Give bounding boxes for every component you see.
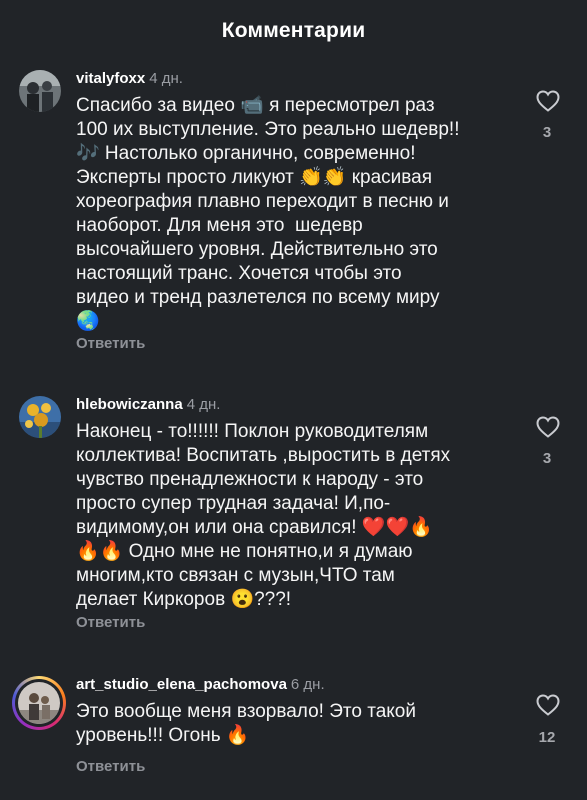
comment-text: Это вообще меня взорвало! Это такой уров…: [76, 701, 416, 746]
like-count: 12: [538, 729, 556, 746]
timestamp: 6 дн.: [290, 676, 325, 693]
heart-outline-icon[interactable]: [536, 90, 560, 112]
reply-button[interactable]: Ответить: [76, 758, 145, 775]
username[interactable]: hlebowiczanna: [76, 396, 183, 413]
like-count: 3: [542, 450, 552, 467]
username[interactable]: vitalyfoxx: [76, 70, 145, 87]
reply-button[interactable]: Ответить: [76, 614, 145, 631]
comment-meta: hlebowiczanna 4 дн.: [76, 396, 220, 414]
comment-meta: art_studio_elena_pachomova 6 дн.: [76, 676, 325, 694]
comment-text: Наконец - то!!!!!! Поклон руководителям …: [76, 421, 451, 610]
heart-outline-icon[interactable]: [536, 416, 560, 438]
comments-header: Комментарии: [0, 0, 587, 62]
heart-outline-icon[interactable]: [536, 694, 560, 716]
comment-text: Спасибо за видео 📹 я пересмотрел раз 100…: [76, 95, 460, 332]
timestamp: 4 дн.: [149, 70, 183, 87]
reply-button[interactable]: Ответить: [76, 335, 145, 352]
timestamp: 4 дн.: [186, 396, 221, 413]
avatar[interactable]: [19, 70, 61, 112]
avatar[interactable]: [19, 396, 61, 438]
avatar-story-ring[interactable]: [12, 676, 66, 730]
page-title: Комментарии: [221, 19, 366, 42]
username[interactable]: art_studio_elena_pachomova: [76, 676, 287, 693]
like-count: 3: [542, 124, 552, 141]
comment-meta: vitalyfoxx 4 дн.: [76, 70, 183, 88]
